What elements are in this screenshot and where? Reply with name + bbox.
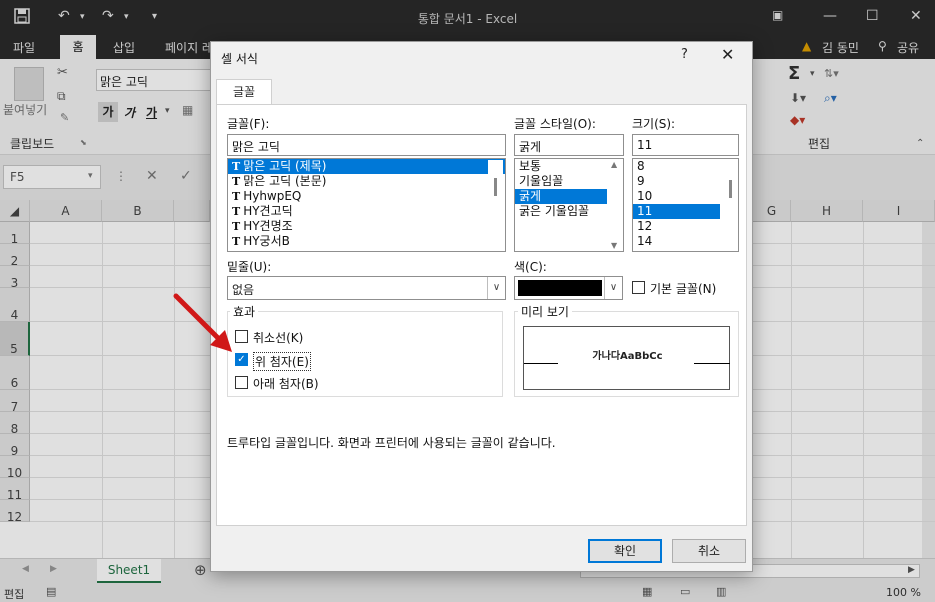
format-cells-dialog: 셀 서식 ? ✕ 글꼴 글꼴(F): 맑은 고딕 T 맑은 고딕 (제목) T 맑은…: [210, 41, 753, 572]
list-item[interactable]: 기울임꼴: [515, 174, 623, 189]
preview-box: 가나다AaBbCc: [523, 326, 730, 390]
font-style-label: 글꼴 스타일(O):: [514, 117, 596, 131]
size-list[interactable]: 8 9 10 11 12 14: [632, 158, 739, 252]
truetype-icon: T: [232, 190, 241, 203]
font-list[interactable]: T 맑은 고딕 (제목) T 맑은 고딕 (본문) T HyhwpEQ T HY견고딕 …: [227, 158, 506, 252]
font-tab-panel: 글꼴(F): 맑은 고딕 T 맑은 고딕 (제목) T 맑은 고딕 (본문) T Hy…: [216, 104, 747, 526]
font-style-input[interactable]: 굵게: [514, 134, 624, 156]
list-item[interactable]: 굵게: [515, 189, 607, 204]
chevron-down-icon[interactable]: ∨: [487, 277, 505, 299]
truetype-icon: T: [232, 160, 241, 173]
help-button[interactable]: ?: [681, 47, 688, 62]
strikethrough-label[interactable]: 취소선(K): [253, 329, 303, 346]
truetype-icon: T: [232, 220, 241, 233]
size-label: 크기(S):: [632, 117, 676, 131]
ok-button[interactable]: 확인: [588, 539, 662, 563]
font-description: 트루타입 글꼴입니다. 화면과 프린터에 사용되는 글꼴이 같습니다.: [227, 436, 556, 450]
color-swatch: [518, 280, 602, 296]
superscript-label[interactable]: 위 첨자(E): [253, 352, 311, 371]
font-input[interactable]: 맑은 고딕: [227, 134, 506, 156]
cancel-button[interactable]: 취소: [672, 539, 746, 563]
list-item[interactable]: 11: [633, 204, 720, 219]
scroll-up-icon[interactable]: ▲: [611, 160, 617, 169]
list-item[interactable]: T HY궁서B: [228, 234, 505, 249]
normal-font-checkbox[interactable]: [632, 281, 645, 294]
subscript-checkbox[interactable]: [235, 376, 248, 389]
list-item[interactable]: T HyhwpEQ: [228, 189, 505, 204]
tab-font[interactable]: 글꼴: [216, 79, 272, 105]
underline-label: 밑줄(U):: [227, 260, 272, 274]
scrollbar-thumb[interactable]: [729, 180, 732, 198]
font-list-scrollbar[interactable]: [488, 160, 503, 250]
truetype-icon: T: [232, 235, 241, 248]
list-item[interactable]: T HY견고딕: [228, 204, 505, 219]
list-item[interactable]: T HY견명조: [228, 219, 505, 234]
list-item[interactable]: T 맑은 고딕 (본문): [228, 174, 505, 189]
normal-font-label[interactable]: 기본 글꼴(N): [650, 280, 716, 297]
scrollbar-thumb[interactable]: [494, 178, 497, 196]
truetype-icon: T: [232, 175, 241, 188]
preview-text: 가나다AaBbCc: [592, 351, 663, 362]
subscript-label[interactable]: 아래 첨자(B): [253, 375, 319, 392]
annotation-arrow: [173, 293, 232, 352]
baseline-left: [524, 363, 558, 364]
list-item[interactable]: 굵은 기울임꼴: [515, 204, 623, 219]
list-item[interactable]: 보통: [515, 159, 623, 174]
color-label: 색(C):: [514, 260, 547, 274]
list-item[interactable]: T 맑은 고딕 (제목): [228, 159, 505, 174]
font-label: 글꼴(F):: [227, 117, 270, 131]
preview-title: 미리 보기: [518, 303, 572, 320]
chevron-down-icon[interactable]: ∨: [604, 277, 622, 299]
close-dialog-button[interactable]: ✕: [721, 45, 734, 64]
scroll-down-icon[interactable]: ▼: [611, 241, 617, 250]
color-select[interactable]: ∨: [514, 276, 623, 300]
underline-select[interactable]: 없음 ∨: [227, 276, 506, 300]
dialog-title: 셀 서식: [221, 52, 258, 66]
truetype-icon: T: [232, 205, 241, 218]
style-list-scrollbar[interactable]: ▲ ▼: [608, 160, 623, 250]
size-list-scrollbar[interactable]: [723, 160, 738, 250]
size-input[interactable]: 11: [632, 134, 739, 156]
baseline-right: [694, 363, 730, 364]
font-style-list[interactable]: 보통 기울임꼴 굵게 굵은 기울임꼴 ▲ ▼: [514, 158, 624, 252]
